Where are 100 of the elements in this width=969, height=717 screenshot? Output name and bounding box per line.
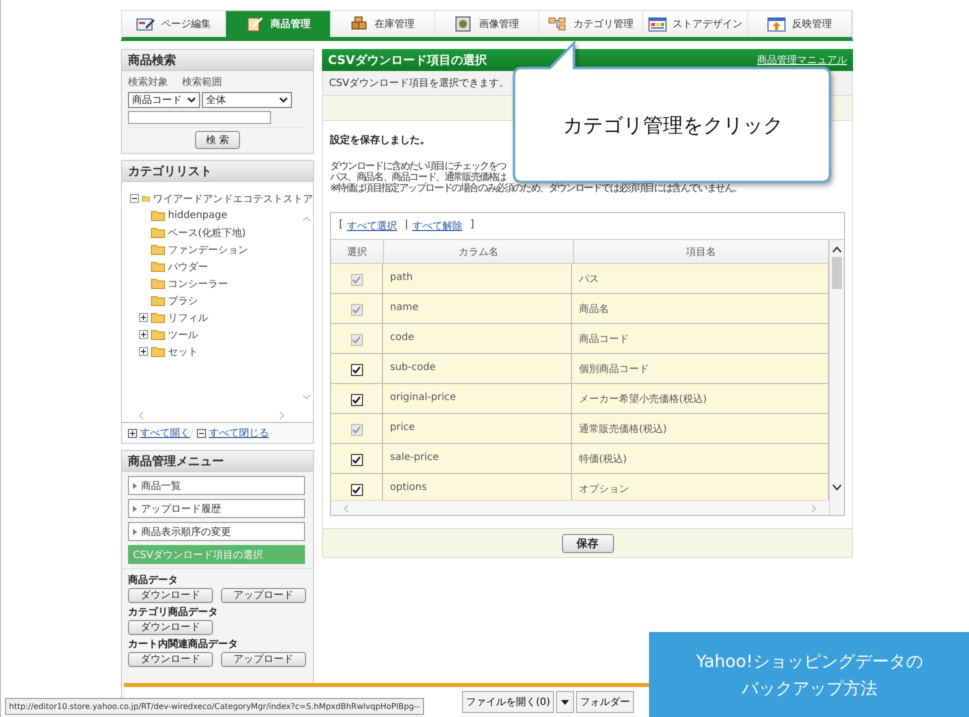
chevron-down-icon [187,97,196,103]
panel-title: カテゴリリスト [122,161,313,182]
expand-all-link[interactable]: すべて開く [140,426,190,440]
tree-item[interactable]: ワイアードアンドエコテストストア [153,192,313,206]
scroll-thumb[interactable] [832,257,842,289]
nav-tab[interactable]: ストアデザイン [643,11,748,37]
section-title: カテゴリ商品データ [128,605,219,619]
folder-button[interactable]: フォルダー [576,691,634,713]
checkbox[interactable] [350,454,362,466]
scroll-down-icon[interactable] [832,484,842,491]
tree-item[interactable]: ツール [168,328,198,342]
nav-tab[interactable]: 商品管理 [226,11,331,37]
nav-tab[interactable]: ページ編集 [122,11,226,37]
folder-icon [142,193,150,204]
search-button[interactable]: 検 索 [194,131,240,149]
triangle-icon [133,506,137,512]
section-title: カート内関連商品データ [128,637,239,651]
table-cell: sale-price [383,444,572,473]
expand-icon[interactable] [139,330,148,339]
separator-text: | [404,219,408,232]
field-label: 検索対象 [128,76,168,89]
save-button[interactable]: 保存 [562,534,614,552]
clipboard-icon [245,16,266,32]
expand-icon[interactable] [139,313,148,322]
scrollbar[interactable] [331,500,829,515]
table-cell: price [383,414,572,443]
window-grid-icon [648,16,668,32]
panel-title: 商品検索 [122,50,313,71]
scrollbar[interactable] [829,240,844,515]
range-dropdown[interactable]: 全体 [202,92,292,108]
nav-tab[interactable]: カテゴリ管理 [539,11,644,37]
nav-tab[interactable]: 反映管理 [748,11,852,37]
tree-item[interactable]: パウダー [168,260,208,274]
scroll-up-icon[interactable] [832,246,842,253]
data-button[interactable]: アップロード [221,652,306,667]
folders-icon [548,16,568,32]
select-all-link[interactable]: すべて選択 [346,219,397,233]
description-text: CSVダウンロード項目を選択できます。 [329,77,510,90]
section-title: 商品データ [128,573,179,587]
collapse-all-link[interactable]: すべて閉じる [209,426,269,440]
folder-icon [151,295,165,306]
caption-text: Yahoo!ショッピングデータの [696,650,923,672]
table-cell: code [383,324,572,353]
folder-icon [151,244,165,255]
folder-icon [151,346,165,357]
caption-text: バックアップ方法 [742,678,878,700]
checkbox[interactable] [350,484,362,496]
collapse-icon[interactable] [130,194,139,203]
nav-tab[interactable]: 画像管理 [434,11,540,37]
menu-item[interactable]: 商品表示順序の変更 [128,522,305,541]
tree-item[interactable]: ファンデーション [168,242,248,256]
folder-icon [151,329,165,340]
data-button[interactable]: ダウンロード [128,652,213,667]
caret-icon [561,700,570,704]
bracket-text: ] [470,219,474,232]
dropdown-button[interactable] [556,691,574,713]
scroll-left-icon[interactable] [138,410,144,420]
folder-icon [151,261,165,272]
intro-text: パス、商品名、商品コード、通常販売価格は [330,172,508,183]
saved-message: 設定を保存しました。 [330,133,431,147]
scroll-right-icon[interactable] [279,410,285,420]
search-field[interactable] [128,111,271,124]
folder-icon [151,278,165,289]
data-button[interactable]: ダウンロード [128,588,213,603]
panel-title: 商品管理メニュー [122,451,313,472]
chevron-down-icon [279,97,288,103]
field-label: 検索範囲 [182,76,222,89]
scroll-left-icon[interactable] [343,504,349,512]
tree-item[interactable]: hiddenpage [168,210,228,221]
tree-item[interactable]: ブラシ [168,294,198,308]
upload-window-icon [766,16,787,32]
tree-item[interactable]: ベース(化粧下地) [168,226,246,240]
folder-icon [151,227,165,238]
intro-text: ダウンロードに含めたい項目にチェックをつ [330,161,508,172]
tree-item[interactable]: コンシーラー [168,276,228,290]
deselect-all-link[interactable]: すべて解除 [412,219,462,233]
tree-item[interactable]: セット [168,344,198,358]
tree-item[interactable]: リフィル [168,310,208,324]
triangle-icon [133,528,137,534]
checkbox[interactable] [350,394,362,406]
checkbox[interactable] [350,364,362,376]
panel-title: CSVダウンロード項目の選択 [328,52,487,68]
menu-item[interactable]: アップロード履歴 [128,499,305,518]
menu-item[interactable]: 商品一覧 [128,476,305,495]
table-cell: sub-code [383,354,572,383]
collapse-icon [197,428,206,438]
table-cell: name [383,294,572,323]
edit-icon [136,16,156,32]
status-url: http://editor10.store.yahoo.co.jp/RT/dev-wiredxeco/CategoryMgr/index?c=S.hMpxdBhRwlvqpHoPlBpg-- [5,698,424,715]
manual-link[interactable]: 商品管理マニュアル [757,53,847,67]
nav-tab[interactable]: 在庫管理 [330,11,435,37]
data-button[interactable]: ダウンロード [128,620,213,635]
expand-icon [128,428,137,438]
expand-icon[interactable] [139,347,148,356]
data-button[interactable]: アップロード [221,588,306,603]
table-cell: path [383,264,572,293]
triangle-icon [133,482,137,488]
target-dropdown[interactable]: 商品コード [128,92,200,108]
open-file-button[interactable]: ファイルを開く(0) [462,691,554,713]
scroll-right-icon[interactable] [811,504,817,512]
